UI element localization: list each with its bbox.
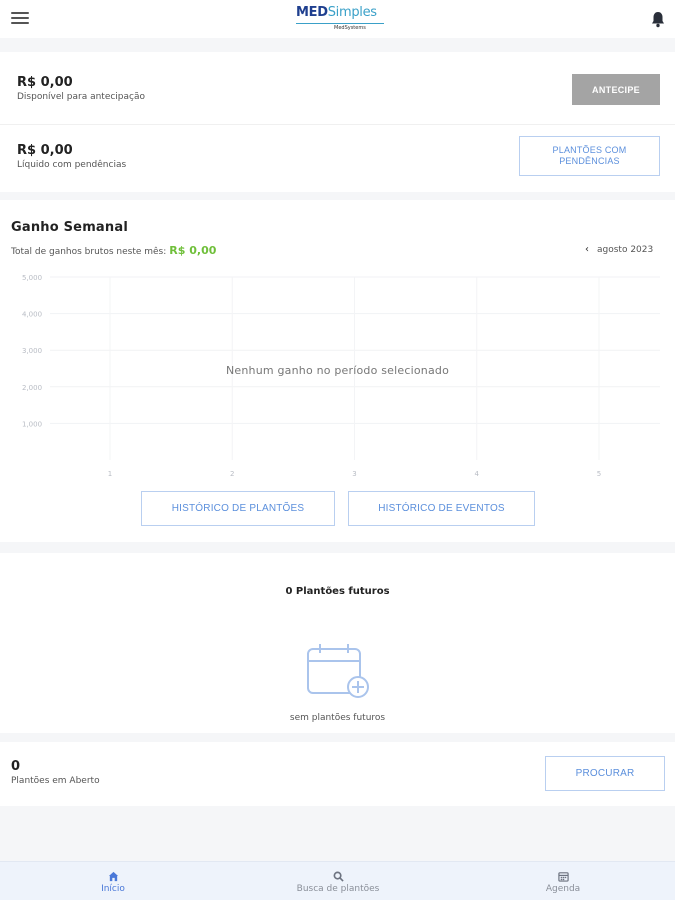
x-tick-label: 1	[108, 470, 112, 478]
future-shifts-title: 0 Plantões futuros	[285, 586, 390, 597]
nav-label-home: Início	[101, 884, 125, 894]
y-tick-label: 5,000	[22, 274, 42, 282]
available-amount: R$ 0,00	[17, 75, 73, 90]
chevron-left-icon[interactable]: ‹	[585, 244, 589, 255]
nav-item-agenda[interactable]: Agenda	[503, 862, 623, 900]
nav-item-home[interactable]: Início	[53, 862, 173, 900]
nav-item-search[interactable]: Busca de plantões	[278, 862, 398, 900]
month-label: agosto 2023	[597, 245, 654, 255]
logo-subtext: MedSystems	[334, 25, 366, 31]
y-tick-label: 2,000	[22, 384, 42, 392]
bottom-navigation: Início Busca de plantões Agenda	[0, 861, 675, 900]
future-empty-text: sem plantões futuros	[289, 713, 386, 723]
month-selector: ‹ agosto 2023	[585, 244, 653, 255]
home-icon	[108, 871, 118, 882]
calendar-icon	[557, 872, 569, 882]
pending-label: Líquido com pendências	[17, 160, 127, 170]
app-logo: MEDSimples MedSystems	[296, 5, 386, 33]
search-shifts-button[interactable]: PROCURAR	[545, 756, 665, 791]
menu-icon[interactable]	[11, 12, 29, 26]
calendar-add-icon	[307, 644, 369, 698]
search-icon	[333, 871, 344, 882]
y-tick-label: 4,000	[22, 311, 42, 319]
shift-history-button[interactable]: HISTÓRICO DE PLANTÕES	[141, 491, 335, 526]
monthly-total: Total de ganhos brutos neste mês: R$ 0,00	[11, 244, 216, 257]
logo-underline	[296, 23, 384, 24]
nav-label-search: Busca de plantões	[296, 884, 380, 894]
open-shifts-label: Plantões em Aberto	[11, 776, 100, 786]
monthly-total-value: R$ 0,00	[169, 244, 217, 257]
weekly-title: Ganho Semanal	[11, 220, 128, 235]
x-tick-label: 5	[597, 470, 601, 478]
x-tick-label: 2	[230, 470, 234, 478]
pending-shifts-button[interactable]: PLANTÕES COM PENDÊNCIAS	[519, 136, 660, 176]
divider	[0, 124, 675, 125]
pending-amount: R$ 0,00	[17, 143, 73, 158]
logo-main-text: MED	[296, 5, 328, 20]
x-tick-label: 3	[352, 470, 356, 478]
pending-button-line1: PLANTÕES COM	[552, 145, 627, 155]
y-tick-label: 3,000	[22, 347, 42, 355]
y-tick-label: 1,000	[22, 420, 42, 428]
app-header: MEDSimples MedSystems	[0, 0, 675, 38]
available-label: Disponível para antecipação	[17, 92, 146, 102]
event-history-button[interactable]: HISTÓRICO DE EVENTOS	[348, 491, 535, 526]
nav-label-agenda: Agenda	[545, 884, 581, 894]
x-tick-label: 4	[475, 470, 480, 478]
open-shifts-count: 0	[11, 759, 21, 774]
logo-accent-text: Simples	[327, 5, 377, 20]
monthly-total-label: Total de ganhos brutos neste mês:	[11, 247, 167, 257]
open-shifts-card: 0 Plantões em Aberto PROCURAR	[0, 742, 675, 806]
antecipe-button[interactable]: ANTECIPE	[572, 74, 660, 105]
chart-empty-message: Nenhum ganho no período selecionado	[225, 364, 450, 377]
balance-card: R$ 0,00 Disponível para antecipação ANTE…	[0, 52, 675, 192]
pending-button-line2: PENDÊNCIAS	[559, 156, 620, 166]
bell-icon[interactable]	[650, 11, 666, 28]
